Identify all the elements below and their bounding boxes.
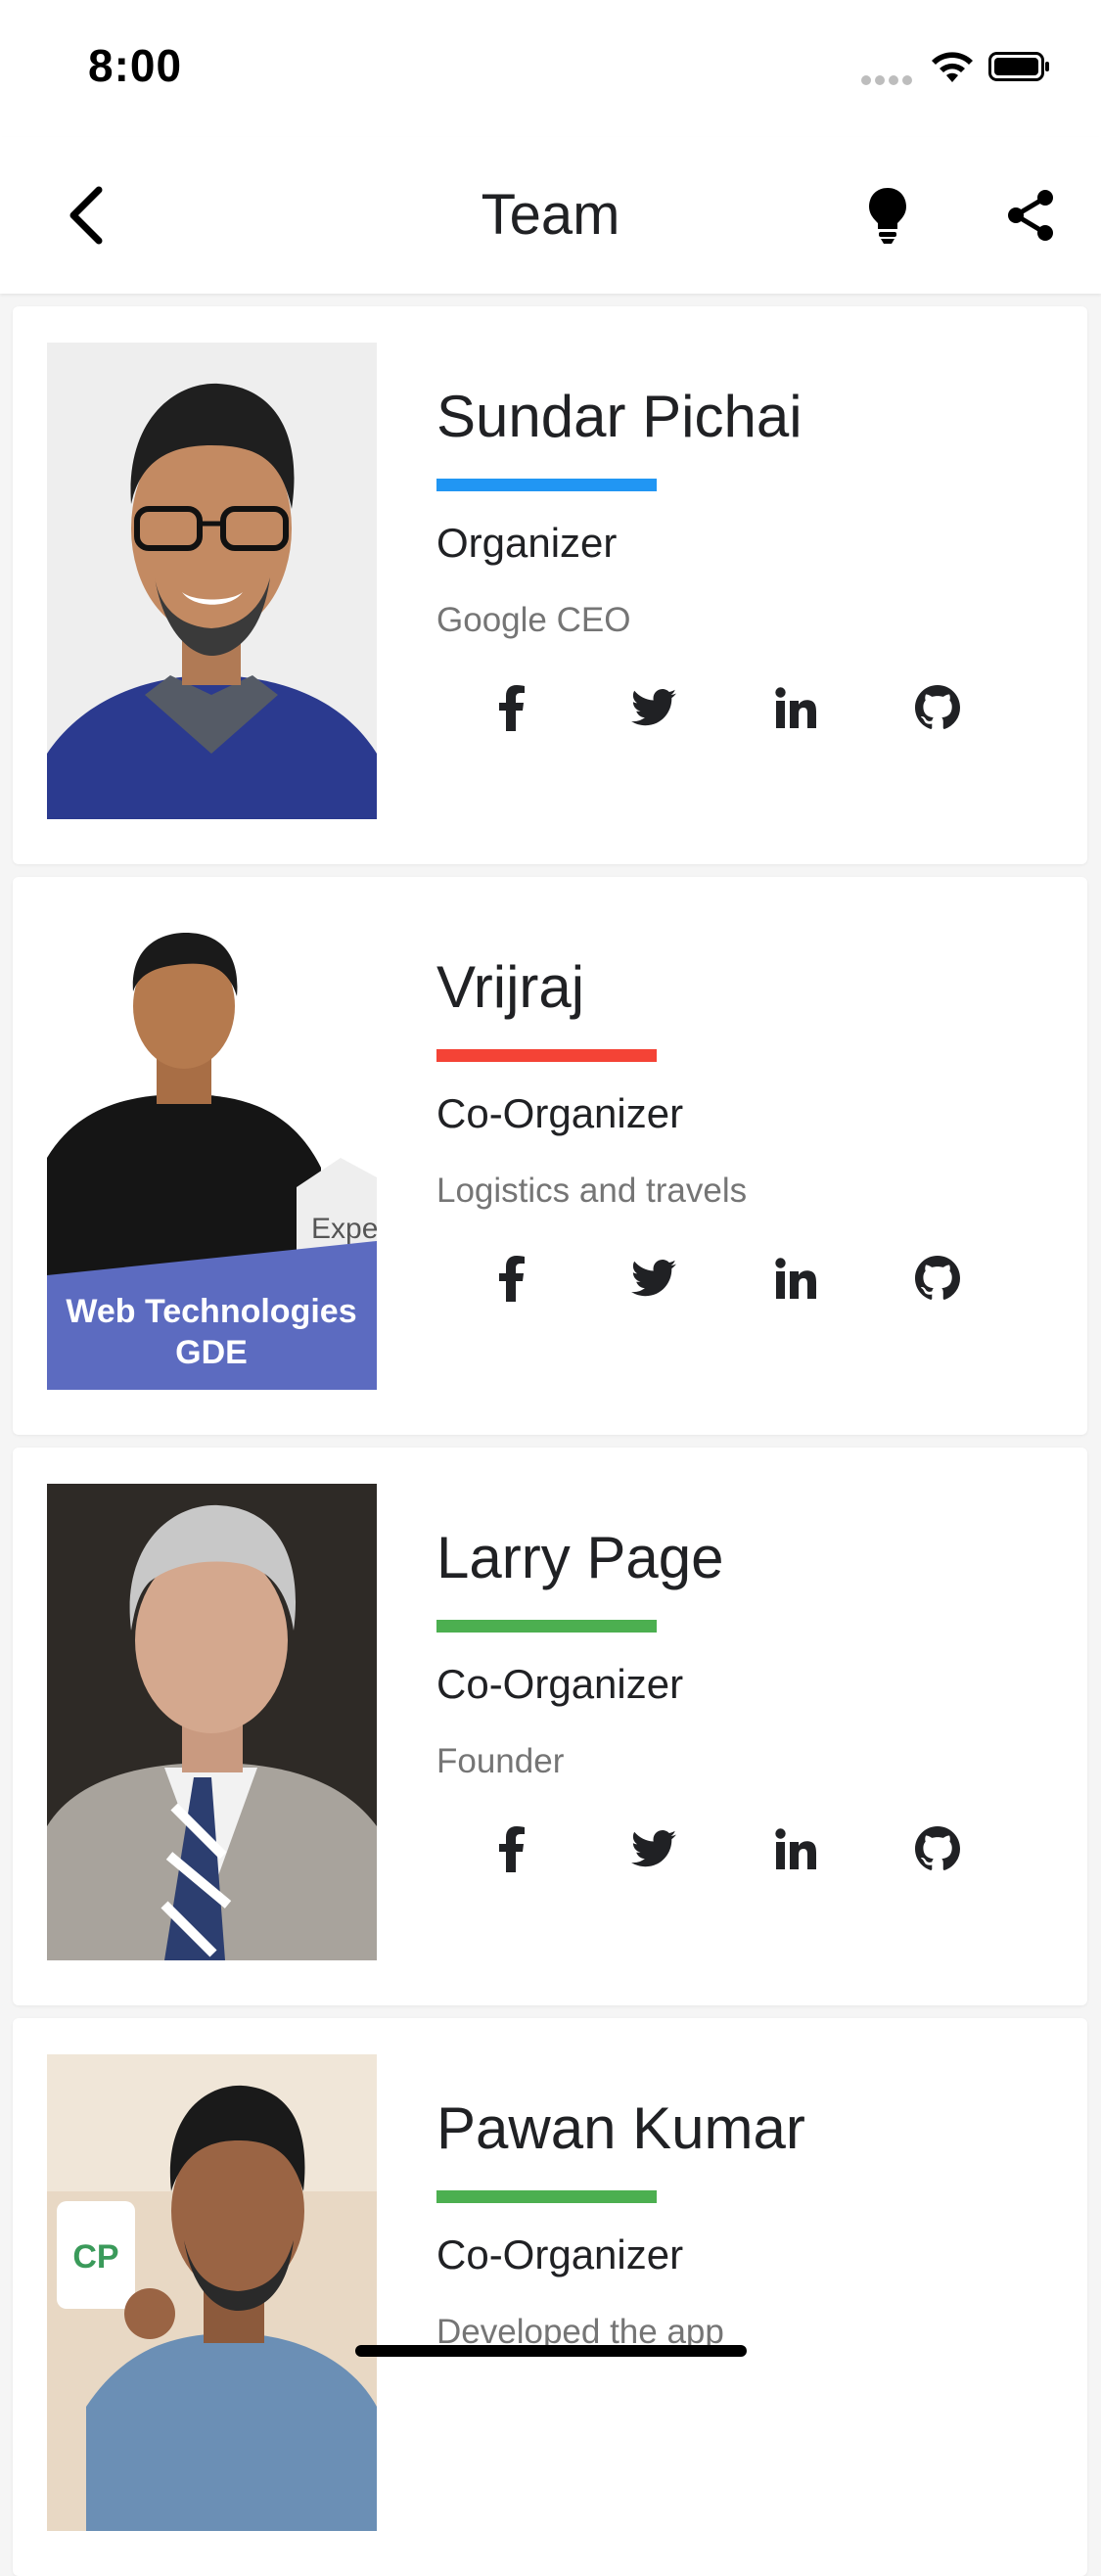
github-link[interactable] [898,668,977,747]
facebook-link[interactable] [473,1810,551,1888]
member-description: Google CEO [436,601,631,639]
member-role: Organizer [436,520,618,566]
member-name: Pawan Kumar [436,2095,805,2161]
share-icon [1008,190,1053,241]
facebook-link[interactable] [473,668,551,747]
member-card[interactable]: Sundar Pichai Organizer Google CEO [13,306,1087,864]
linkedin-icon [775,687,816,728]
lightbulb-icon [869,188,906,244]
github-icon [915,1826,960,1870]
facebook-icon [499,1826,525,1872]
twitter-icon [631,1830,676,1867]
github-link[interactable] [898,1810,977,1888]
member-photo: Expe Web Technologies GDE [47,913,377,1390]
cellular-signal-icon [861,75,916,87]
twitter-icon [631,1260,676,1297]
photo-banner-line2: GDE [175,1334,248,1371]
home-indicator [355,2345,747,2357]
twitter-link[interactable] [615,668,693,747]
status-bar: 8:00 [0,0,1101,137]
linkedin-link[interactable] [757,668,835,747]
battery-icon [988,52,1049,81]
svg-text:CP: CP [72,2238,118,2276]
linkedin-link[interactable] [757,1810,835,1888]
member-card[interactable]: Expe Web Technologies GDE Vrijraj Co-Org… [13,877,1087,1435]
facebook-icon [499,685,525,731]
social-links [473,1810,1001,1888]
member-photo [47,1484,377,1960]
github-icon [915,1256,960,1300]
wifi-icon [932,52,973,82]
status-time: 8:00 [88,40,183,91]
linkedin-link[interactable] [757,1239,835,1317]
chevron-left-icon [69,186,103,245]
github-icon [915,685,960,729]
member-role: Co-Organizer [436,1661,684,1707]
name-accent-bar [436,479,657,491]
member-role: Co-Organizer [436,2231,684,2277]
member-description: Logistics and travels [436,1172,748,1210]
facebook-icon [499,1256,525,1302]
linkedin-icon [775,1828,816,1869]
social-links [473,668,1001,747]
member-role: Co-Organizer [436,1090,684,1136]
social-links [473,1239,1001,1317]
facebook-link[interactable] [473,1239,551,1317]
member-card[interactable]: CP Pawan Kumar Co-Organizer Developed th… [13,2018,1087,2576]
theme-toggle-button[interactable] [853,176,922,254]
page-title: Team [481,183,620,247]
name-accent-bar [436,1049,657,1062]
twitter-link[interactable] [615,1239,693,1317]
member-description: Founder [436,1742,565,1780]
member-card[interactable]: Larry Page Co-Organizer Founder [13,1448,1087,2005]
name-accent-bar [436,1620,657,1633]
photo-banner-line1: Web Technologies [66,1293,356,1330]
app-bar: Team [0,137,1101,294]
member-photo: CP [47,2054,377,2531]
member-name: Vrijraj [436,954,585,1020]
back-button[interactable] [51,176,119,254]
linkedin-icon [775,1258,816,1299]
twitter-link[interactable] [615,1810,693,1888]
github-link[interactable] [898,1239,977,1317]
name-accent-bar [436,2190,657,2203]
twitter-icon [631,689,676,726]
member-name: Larry Page [436,1525,724,1590]
member-name: Sundar Pichai [436,384,803,449]
svg-text:Expe: Expe [311,1213,377,1245]
member-photo [47,343,377,819]
share-button[interactable] [996,176,1065,254]
